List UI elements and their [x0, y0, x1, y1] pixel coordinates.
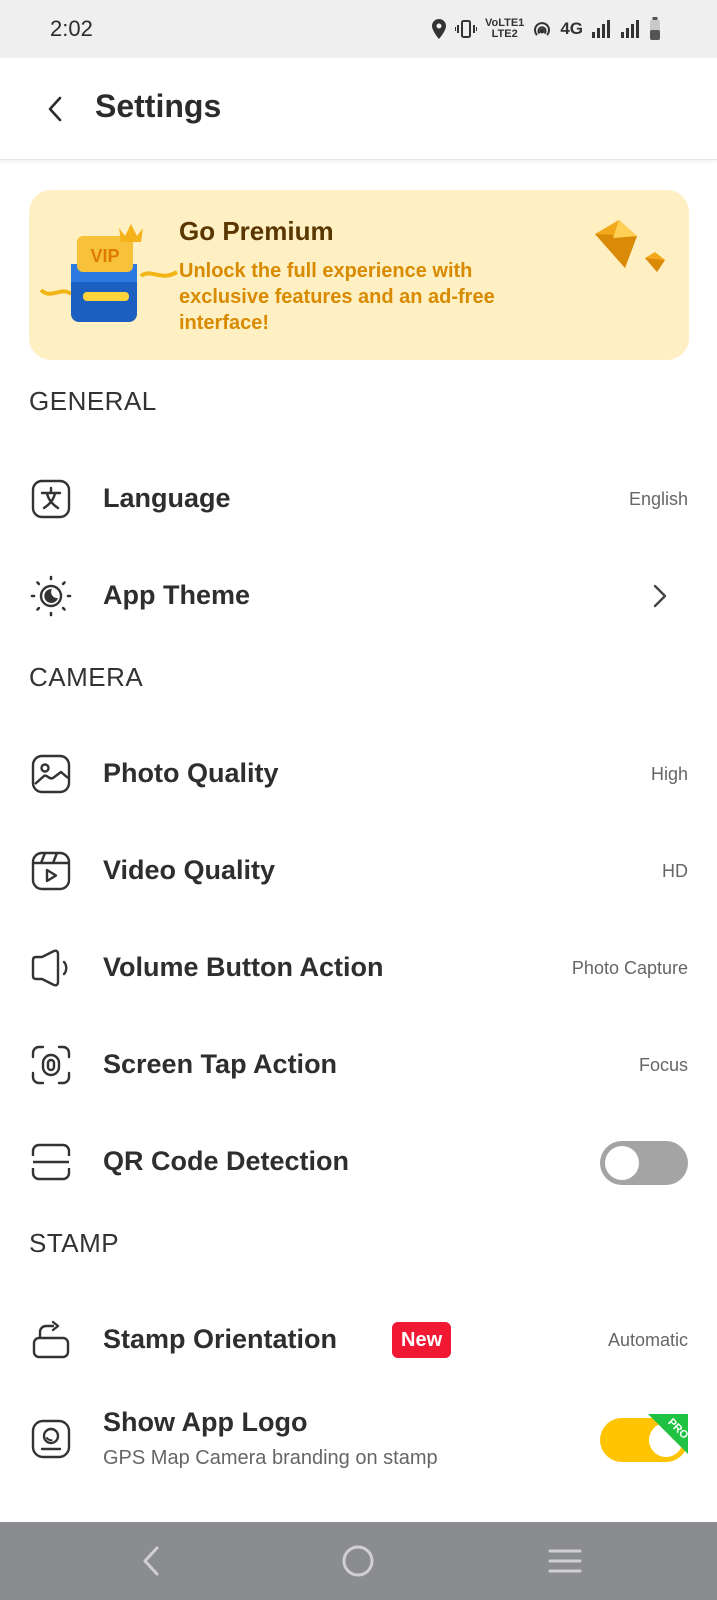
section-camera: CAMERA	[29, 662, 144, 692]
section-stamp: STAMP	[29, 1228, 120, 1258]
page-title: Settings	[95, 88, 222, 124]
section-general: GENERAL	[29, 386, 157, 416]
show-app-logo-sublabel: GPS Map Camera branding on stamp	[103, 1447, 438, 1469]
stamp-orientation-value: Automatic	[607, 1330, 688, 1350]
photo-quality-value: High	[650, 764, 688, 784]
network-type: 4G	[560, 19, 583, 38]
crown-icon	[119, 224, 143, 242]
new-badge: New	[392, 1322, 452, 1358]
stamp-orientation-label: Stamp Orientation	[103, 1324, 338, 1354]
qr-detection-label: QR Code Detection	[103, 1146, 350, 1176]
language-label: Language	[103, 483, 231, 513]
pro-badge: PRO	[648, 1414, 688, 1454]
screen-tap-label: Screen Tap Action	[103, 1049, 338, 1079]
volte-icon: VoLTE1 LTE2	[485, 18, 524, 40]
toggle-knob	[605, 1146, 639, 1180]
photo-quality-row[interactable]: Photo Quality High	[0, 726, 717, 823]
video-icon	[30, 850, 72, 892]
chevron-right-icon	[643, 579, 677, 613]
show-app-logo-row[interactable]: Show App Logo GPS Map Camera branding on…	[0, 1389, 717, 1494]
volte-bottom-text: LTE2	[491, 28, 518, 40]
volume-button-value: Photo Capture	[571, 958, 688, 978]
signal-icon	[592, 20, 610, 38]
app-bar: Settings	[0, 58, 717, 160]
app-theme-row[interactable]: App Theme	[0, 548, 717, 645]
back-button[interactable]	[34, 88, 76, 130]
status-time: 2:02	[50, 16, 93, 41]
nav-menu-icon	[548, 1549, 582, 1573]
show-app-logo-toggle[interactable]: PRO	[600, 1414, 688, 1462]
vip-label: VIP	[90, 246, 119, 266]
language-row[interactable]: Language English	[0, 451, 717, 548]
nav-back-icon	[143, 1546, 159, 1576]
video-quality-value: HD	[662, 861, 688, 881]
stamp-orientation-row[interactable]: Stamp Orientation New Automatic	[0, 1292, 717, 1389]
nav-back-button[interactable]	[131, 1541, 171, 1581]
video-quality-label: Video Quality	[103, 855, 276, 885]
go-premium-card[interactable]: VIP Go Premium Unlock the full experienc…	[29, 190, 689, 360]
signal-icon	[621, 20, 639, 38]
qr-detection-row[interactable]: QR Code Detection	[0, 1114, 717, 1211]
battery-icon	[650, 17, 660, 40]
status-bar: 2:02 VoLTE1 LTE2 4G	[0, 0, 717, 58]
back-arrow-icon	[48, 96, 62, 122]
premium-title: Go Premium	[179, 216, 334, 246]
screen-tap-row[interactable]: Screen Tap Action Focus	[0, 1017, 717, 1114]
image-icon	[30, 753, 72, 795]
language-value: English	[628, 489, 688, 509]
volume-button-label: Volume Button Action	[103, 952, 384, 982]
show-app-logo-label: Show App Logo	[103, 1407, 308, 1437]
rotate-icon	[30, 1319, 72, 1361]
theme-icon	[30, 575, 72, 617]
system-nav-bar	[0, 1522, 717, 1600]
volume-icon	[30, 947, 72, 989]
diamond-icon	[595, 220, 665, 272]
translate-icon	[30, 478, 72, 520]
screen-tap-value: Focus	[638, 1055, 688, 1075]
nav-home-button[interactable]	[338, 1541, 378, 1581]
location-icon	[431, 19, 446, 39]
nav-menu-button[interactable]	[545, 1541, 585, 1581]
hotspot-icon	[534, 22, 551, 36]
premium-description: Unlock the full experience with exclusiv…	[179, 260, 495, 334]
vip-box-icon: VIP	[39, 224, 179, 322]
tap-icon	[30, 1044, 72, 1086]
vibrate-icon	[454, 20, 477, 38]
status-icons: VoLTE1 LTE2 4G	[431, 14, 661, 44]
app-theme-label: App Theme	[103, 580, 251, 610]
logo-icon	[30, 1418, 72, 1460]
video-quality-row[interactable]: Video Quality HD	[0, 823, 717, 920]
photo-quality-label: Photo Quality	[103, 758, 279, 788]
volume-button-row[interactable]: Volume Button Action Photo Capture	[0, 920, 717, 1017]
qr-detection-toggle[interactable]	[600, 1141, 688, 1185]
nav-home-icon	[342, 1545, 374, 1577]
qr-scan-icon	[30, 1141, 72, 1183]
